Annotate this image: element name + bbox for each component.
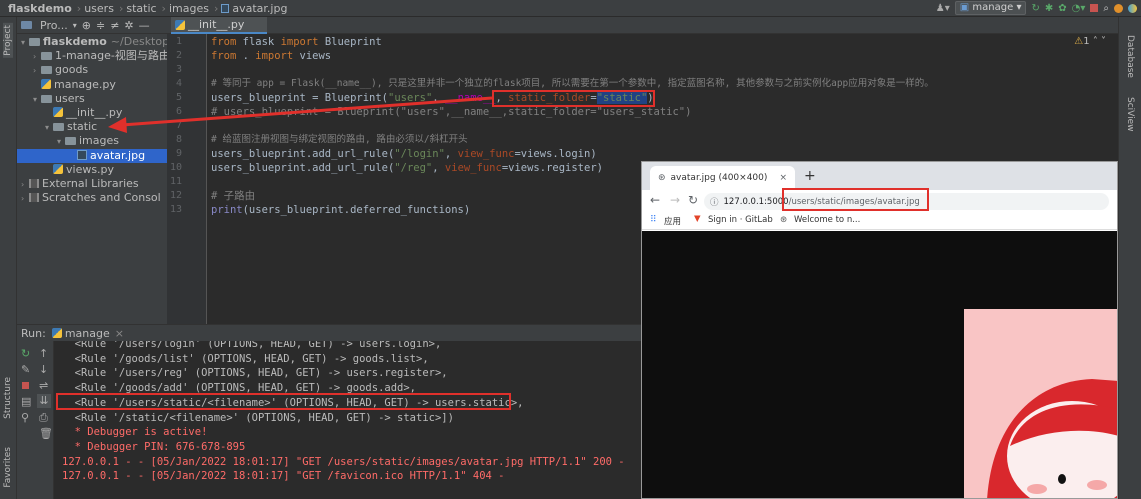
annotation-arrow [108,96,493,133]
